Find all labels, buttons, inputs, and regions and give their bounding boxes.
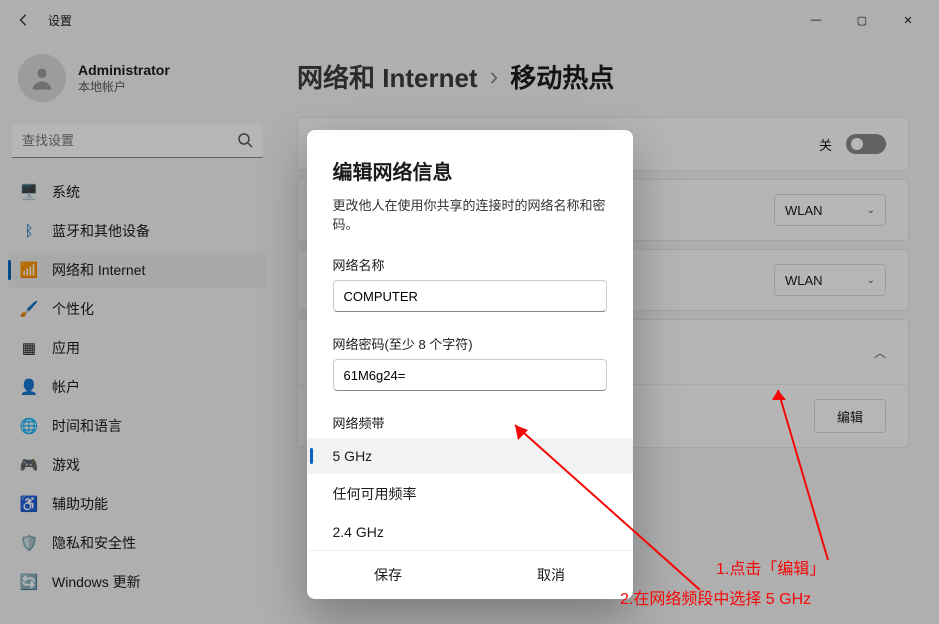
network-name-input[interactable] <box>333 280 607 312</box>
band-option-5ghz[interactable]: 5 GHz <box>307 438 633 474</box>
band-option-24ghz[interactable]: 2.4 GHz <box>307 514 633 550</box>
edit-network-dialog: 编辑网络信息 更改他人在使用你共享的连接时的网络名称和密码。 网络名称 网络密码… <box>307 130 633 599</box>
network-password-label: 网络密码(至少 8 个字符) <box>333 334 607 353</box>
band-option-any[interactable]: 任何可用频率 <box>307 474 633 514</box>
modal-overlay: 编辑网络信息 更改他人在使用你共享的连接时的网络名称和密码。 网络名称 网络密码… <box>0 0 939 624</box>
dialog-description: 更改他人在使用你共享的连接时的网络名称和密码。 <box>333 195 607 233</box>
network-name-label: 网络名称 <box>333 255 607 274</box>
band-listbox: 5 GHz 任何可用频率 2.4 GHz <box>307 438 633 550</box>
cancel-button[interactable]: 取消 <box>470 551 633 599</box>
network-password-input[interactable] <box>333 359 607 391</box>
network-band-label: 网络频带 <box>333 413 607 432</box>
dialog-title: 编辑网络信息 <box>333 156 607 185</box>
save-button[interactable]: 保存 <box>307 551 470 599</box>
